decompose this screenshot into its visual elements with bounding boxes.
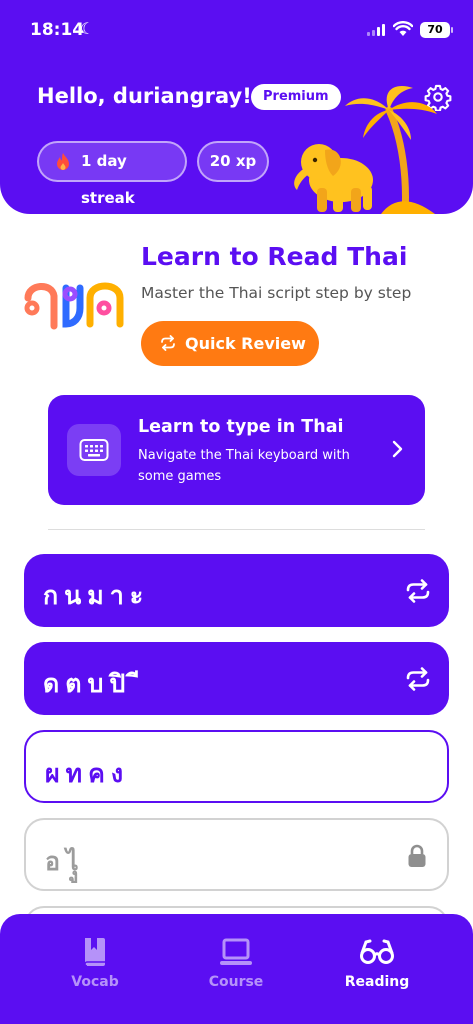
lesson-letters: ผทคง — [45, 759, 130, 788]
course-subtitle: Master the Thai script step by step — [141, 284, 412, 302]
greeting-text: Hello, duriangray! — [37, 84, 252, 108]
lock-icon — [408, 844, 426, 867]
nav-label: Reading — [344, 974, 410, 990]
repeat-icon — [161, 335, 175, 351]
lesson-card-1[interactable]: กนมาะ — [24, 554, 449, 627]
course-title: Learn to Read Thai — [141, 242, 408, 271]
section-divider — [48, 529, 425, 530]
quick-review-button[interactable]: Quick Review — [141, 321, 319, 366]
nav-tab-vocab[interactable]: Vocab — [35, 936, 155, 990]
lesson-letters: ดตบปิ ี — [43, 669, 146, 698]
quick-review-label: Quick Review — [185, 334, 306, 353]
bottom-navigation: Vocab Course Reading — [0, 914, 473, 1024]
lesson-letters: กนมาะ — [43, 581, 150, 610]
lesson-card-3[interactable]: ผทคง — [24, 730, 449, 803]
chevron-right-icon — [392, 440, 403, 458]
thai-letters-logo — [24, 282, 124, 330]
streak-chip[interactable]: 1 day streak — [37, 141, 187, 207]
lesson-letters: อไุู — [45, 847, 85, 876]
lesson-card-2[interactable]: ดตบปิ ี — [24, 642, 449, 715]
laptop-icon — [220, 938, 252, 965]
nav-tab-reading[interactable]: Reading — [317, 936, 437, 990]
bookmark-book-icon — [84, 938, 105, 967]
status-time: 18:14 — [30, 20, 85, 40]
repeat-icon — [406, 667, 430, 691]
nav-label: Vocab — [71, 974, 119, 990]
status-bar: 18:14 ☾ 70 — [0, 0, 473, 60]
repeat-icon — [406, 579, 430, 603]
streak-label: 1 day streak — [81, 152, 135, 207]
type-card-description: Navigate the Thai keyboard with some gam… — [138, 448, 350, 484]
header: 18:14 ☾ 70 Hello, duriangray! Premium 1 … — [0, 0, 473, 214]
elephant-palm-illustration — [294, 86, 437, 214]
keyboard-icon-box — [67, 424, 121, 476]
type-card-title: Learn to type in Thai — [138, 417, 344, 437]
nav-tab-course[interactable]: Course — [176, 936, 296, 990]
xp-chip[interactable]: 20 xp — [197, 141, 269, 182]
flame-icon — [57, 153, 69, 170]
cellular-signal-icon — [367, 24, 385, 36]
learn-to-type-card[interactable]: Learn to type in Thai Navigate the Thai … — [48, 395, 425, 505]
wifi-icon — [393, 21, 413, 36]
keyboard-icon — [79, 439, 109, 461]
battery-indicator: 70 — [420, 22, 453, 38]
lesson-card-4[interactable]: อไุู — [24, 818, 449, 891]
nav-label: Course — [208, 974, 264, 990]
glasses-icon — [360, 939, 394, 964]
moon-icon: ☾ — [80, 19, 95, 38]
